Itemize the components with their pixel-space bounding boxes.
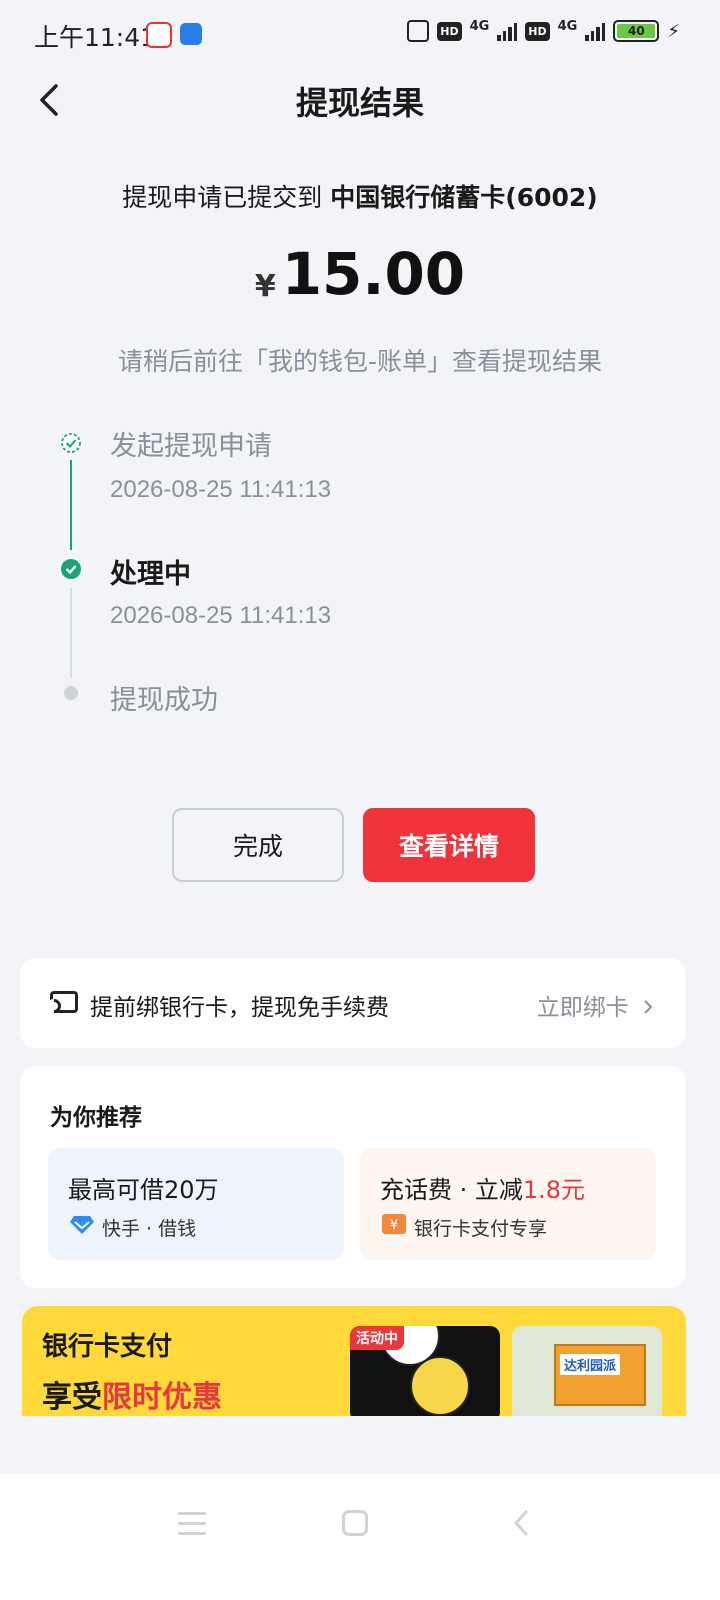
promo-banner[interactable]: 银行卡支付 享受限时优惠 活动中 达利园派 (22, 1306, 686, 1416)
promo-product-image-2[interactable]: 达利园派 (512, 1326, 662, 1416)
bind-card-banner[interactable]: 提前绑银行卡，提现免手续费 立即绑卡 (20, 958, 686, 1048)
pending-dot-icon (64, 686, 78, 700)
recommend-card: 为你推荐 最高可借20万 快手 · 借钱 充话费 · 立减1.8元 ¥ 银行卡支… (20, 1066, 686, 1288)
submit-prefix: 提现申请已提交到 (122, 183, 323, 212)
battery-level: 40 (617, 24, 656, 38)
timeline-connector-pending (70, 588, 72, 678)
banner-line2: 享受限时优惠 (42, 1372, 222, 1416)
bank-name: 中国银行储蓄卡(6002) (330, 183, 598, 212)
status-time: 上午11:41 (34, 23, 157, 52)
back-nav-button[interactable] (508, 1508, 534, 1538)
submit-info: 提现申请已提交到 中国银行储蓄卡(6002) (0, 178, 720, 214)
amount-value: 15.00 (281, 240, 466, 308)
recommend-item-sub: 银行卡支付专享 (414, 1218, 548, 1240)
timeline-step-title: 提现成功 (110, 685, 218, 716)
check-outline-icon (61, 433, 81, 453)
timeline-step-title: 处理中 (110, 559, 191, 590)
charging-icon: ⚡ (667, 20, 680, 42)
timeline-step-time: 2026-08-25 11:41:13 (110, 476, 332, 503)
recommend-title: 为你推荐 (50, 1105, 142, 1131)
timeline-step-title: 发起提现申请 (110, 431, 272, 462)
bind-card-text: 提前绑银行卡，提现免手续费 (90, 995, 389, 1021)
svg-text:¥: ¥ (390, 1218, 398, 1233)
activity-tag: 活动中 (350, 1326, 404, 1350)
network-type-2: 4G (557, 18, 578, 34)
done-button[interactable]: 完成 (172, 808, 344, 882)
view-detail-button[interactable]: 查看详情 (363, 808, 535, 882)
currency-symbol: ¥ (254, 269, 276, 304)
recommend-item-main: 充话费 · 立减1.8元 (380, 1170, 585, 1205)
product-label: 达利园派 (560, 1354, 621, 1375)
ticket-icon (50, 991, 78, 1013)
page-title: 提现结果 (295, 84, 424, 122)
battery-icon: 40 (613, 20, 660, 42)
banner-line2-prefix: 享受 (42, 1380, 102, 1415)
hd-icon-2: HD (525, 21, 550, 41)
menu-nav-button[interactable] (178, 1512, 206, 1536)
result-hint: 请稍后前往「我的钱包-账单」查看提现结果 (117, 347, 603, 376)
timeline-connector-done (70, 460, 72, 550)
signal-icon (497, 21, 518, 41)
yuan-coupon-icon: ¥ (382, 1214, 406, 1234)
recommend-item-loan[interactable]: 最高可借20万 快手 · 借钱 (48, 1148, 344, 1260)
home-nav-button[interactable] (342, 1510, 368, 1536)
recommend-item-recharge[interactable]: 充话费 · 立减1.8元 ¥ 银行卡支付专享 (360, 1148, 656, 1260)
chevron-right-icon (644, 1000, 653, 1014)
status-bar: 上午11:41 HD 4G HD 4G 40 ⚡ (0, 0, 720, 70)
promo-product-image-1[interactable]: 活动中 (350, 1326, 500, 1416)
smiley-icon (410, 1356, 470, 1416)
network-type-1: 4G (469, 18, 490, 34)
recommend-item-sub: 快手 · 借钱 (102, 1218, 197, 1240)
banner-line1: 银行卡支付 (42, 1332, 173, 1362)
check-filled-icon (61, 559, 81, 579)
bind-card-action-label: 立即绑卡 (536, 995, 629, 1021)
page-header: 提现结果 (0, 70, 720, 130)
bind-card-action[interactable]: 立即绑卡 (537, 988, 656, 1022)
diamond-icon (70, 1216, 94, 1234)
recommend-main-highlight: 1.8元 (522, 1176, 586, 1204)
withdraw-amount: ¥15.00 (0, 240, 720, 308)
timeline-step-time: 2026-08-25 11:41:13 (110, 602, 332, 629)
signal-icon-2 (585, 21, 606, 41)
app-notification-icon-2 (180, 23, 202, 45)
app-notification-icon (146, 22, 172, 48)
hd-icon: HD (437, 21, 462, 41)
system-nav-bar (0, 1474, 720, 1600)
recommend-item-main: 最高可借20万 (68, 1176, 219, 1204)
screen-cast-icon (407, 20, 430, 42)
banner-line2-highlight: 限时优惠 (102, 1380, 222, 1415)
recommend-main-prefix: 充话费 · 立减 (380, 1176, 523, 1204)
